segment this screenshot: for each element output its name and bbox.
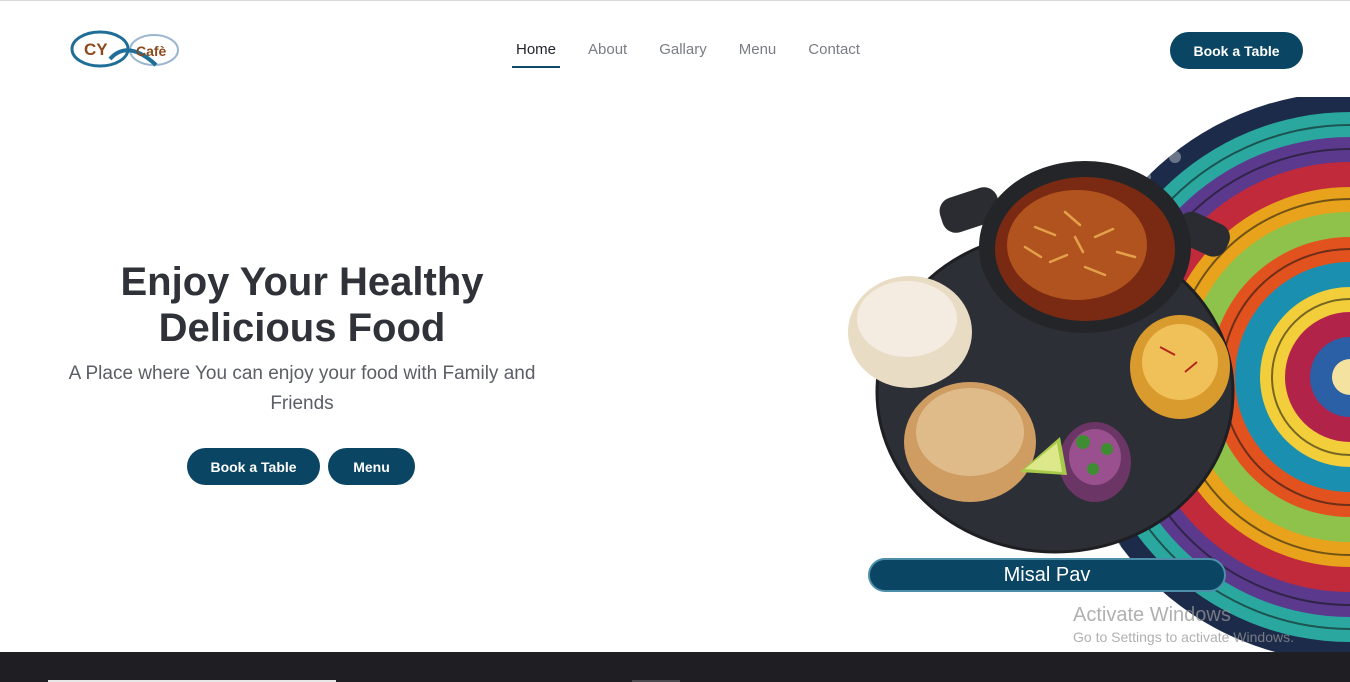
windows-watermark-subtitle: Go to Settings to activate Windows. [1073,629,1294,645]
page: CY Cafè Home About Gallary Menu Contact … [0,0,1350,682]
logo-text-cy: CY [84,40,108,59]
dish-name-label: Misal Pav [868,558,1226,592]
windows-watermark-title: Activate Windows [1073,604,1231,626]
header-book-table-button[interactable]: Book a Table [1170,32,1303,69]
hero-subtitle: A Place where You can enjoy your food wi… [68,363,536,414]
hero-title-line2: Delicious Food [158,306,446,350]
farsan-topping [1130,315,1230,419]
nav-about[interactable]: About [572,39,643,68]
nav-menu[interactable]: Menu [723,39,793,68]
brand-logo[interactable]: CY Cafè [70,29,182,71]
main-nav: Home About Gallary Menu Contact [500,39,876,68]
nav-home[interactable]: Home [500,39,572,68]
hero-title-line1: Enjoy Your Healthy [120,260,484,304]
nav-contact[interactable]: Contact [792,39,876,68]
hero-title: Enjoy Your Healthy Delicious Food [60,259,544,351]
logo-text-cafe: Cafè [136,43,167,59]
hero-menu-button[interactable]: Menu [328,448,415,485]
footer [0,652,1350,682]
nav-gallery[interactable]: Gallary [643,39,723,68]
hero-book-table-button[interactable]: Book a Table [187,448,320,485]
